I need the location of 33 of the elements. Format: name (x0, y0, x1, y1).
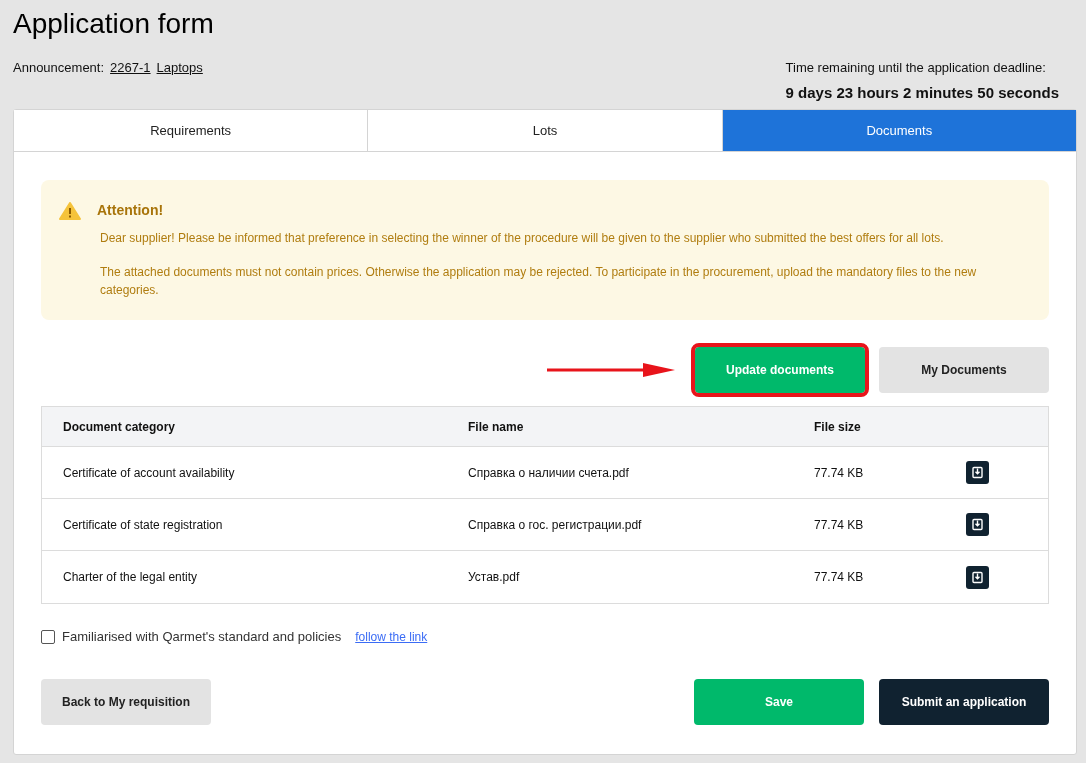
table-cell-text: Certificate of account availability (62, 464, 236, 482)
announcement-label: Announcement: (13, 59, 105, 77)
column-header: File name (468, 418, 525, 436)
download-icon[interactable] (966, 565, 989, 589)
tab[interactable]: Documents (722, 110, 1076, 151)
policy-link[interactable]: follow the link (355, 627, 428, 646)
table-cell-text: Устав.pdf (468, 569, 521, 586)
agreement-checkbox[interactable] (41, 629, 55, 644)
subject-link[interactable]: Laptops (156, 58, 203, 78)
page-title: Application form (13, 8, 215, 40)
my-documents-button[interactable]: My Documents (879, 347, 1049, 393)
alert-message: Dear supplier! Please be informed that preference in selecting the winner of the procedure will be given to the supplier who submitted the best offers for all lots. (100, 230, 945, 247)
table-cell-text: 77.74 KB (814, 464, 865, 482)
column-header: File size (814, 418, 862, 436)
deadline-countdown: 9 days 23 hours 2 minutes 50 seconds (785, 82, 1059, 103)
table-cell-text: Certificate of state registration (62, 516, 224, 534)
submit-button[interactable]: Submit an application (879, 678, 1049, 725)
warning-icon (59, 201, 81, 220)
deadline-label: Time remaining until the application deadline: (785, 59, 1046, 77)
alert-message: The attached documents must not contain prices. Otherwise the application may be rejected. To participate in the procurement, upload the mandatory files to the new categories. (100, 264, 978, 299)
table-cell-text: 77.74 KB (814, 516, 865, 534)
alert-title: Attention! (97, 201, 164, 220)
table-cell-text: Справка о наличии счета.pdf (468, 464, 630, 482)
table-cell-text: 77.74 KB (814, 569, 865, 586)
agreement-label: Familiarised with Qarmet's standard and policies (62, 628, 342, 646)
tab[interactable]: Requirements (14, 110, 369, 151)
column-header: Document category (62, 418, 177, 436)
back-button[interactable]: Back to My requisition (41, 678, 211, 725)
table-cell-text: Справка о гос. регистрации.pdf (468, 516, 643, 534)
download-icon[interactable] (966, 513, 989, 536)
download-icon[interactable] (966, 461, 989, 484)
announcement-link[interactable]: 2267-1 (110, 58, 151, 78)
table-cell-text: Charter of the legal entity (62, 569, 199, 586)
